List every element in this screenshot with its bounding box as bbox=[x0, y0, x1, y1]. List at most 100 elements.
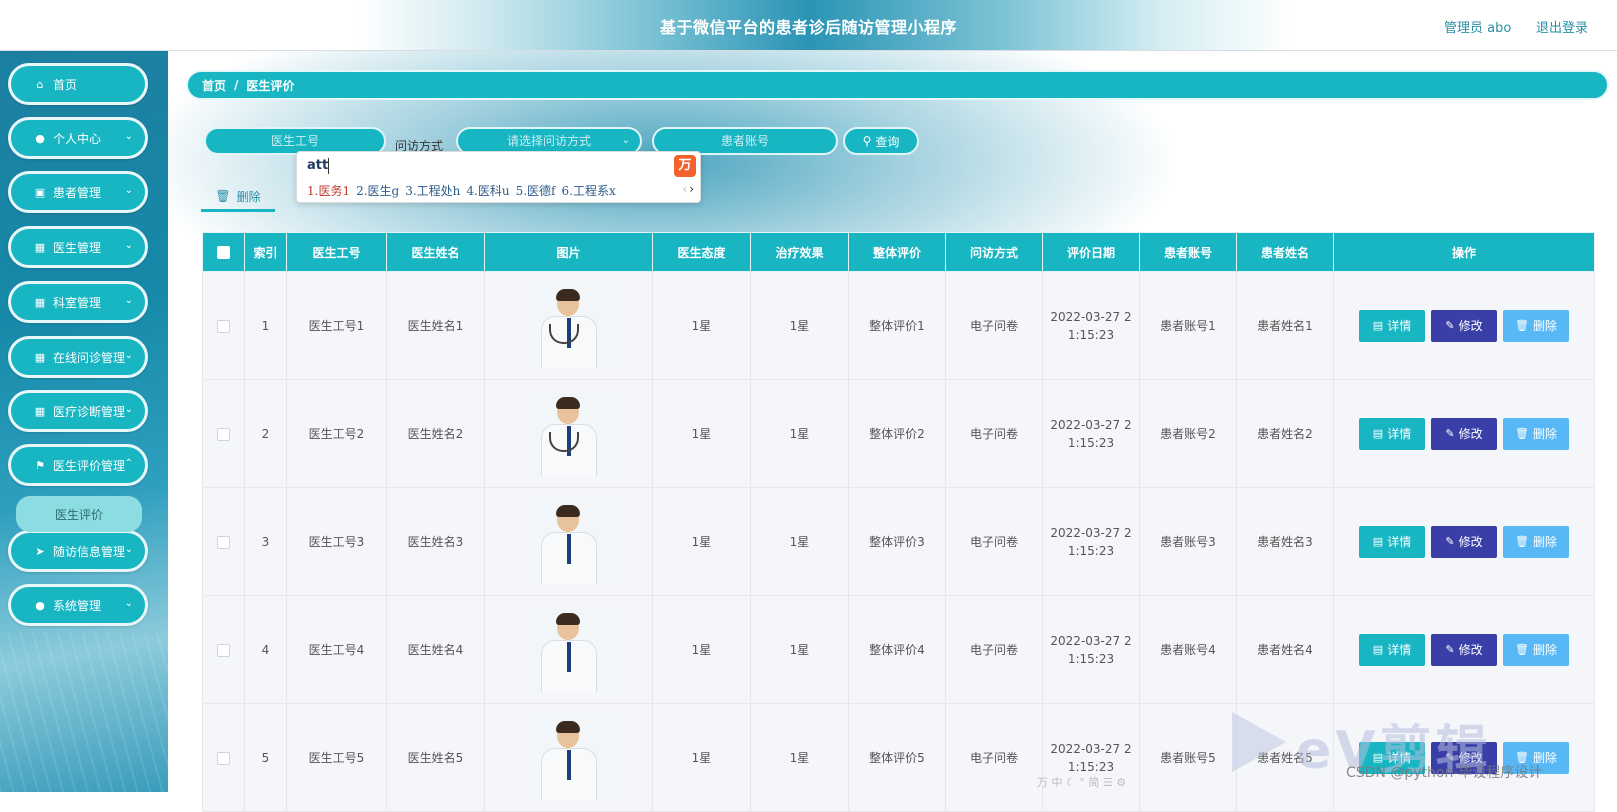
edit-button[interactable]: ✎ 修改 bbox=[1431, 309, 1497, 342]
home-icon: ⌂ bbox=[36, 77, 44, 91]
ime-candidate[interactable]: 4.医科u bbox=[466, 184, 509, 198]
ime-candidate[interactable]: 2.医生g bbox=[356, 184, 399, 198]
row-select-cell[interactable] bbox=[202, 487, 245, 596]
breadcrumb-current: 医生评价 bbox=[246, 78, 295, 93]
sidebar-item-9[interactable]: ● 系统管理 ⌄ bbox=[8, 584, 148, 626]
sidebar-item-3[interactable]: ▦ 医生管理 ⌄ bbox=[8, 226, 148, 268]
delete-button[interactable]: 🗑 删除 bbox=[1503, 633, 1569, 666]
submenu-item-doctor-evaluation[interactable]: 医生评价 bbox=[16, 496, 142, 532]
grid-icon: ▦ bbox=[34, 404, 46, 418]
batch-delete-label: 删除 bbox=[236, 189, 261, 204]
edit-label: 修改 bbox=[1458, 643, 1483, 657]
row-select-cell[interactable] bbox=[202, 271, 245, 380]
clipboard-icon: ▣ bbox=[34, 185, 46, 199]
chevron-down-icon: ⌄ bbox=[124, 544, 133, 555]
cell-patient-name: 患者姓名2 bbox=[1236, 379, 1334, 488]
sidebar-item-0[interactable]: ⌂ 首页 bbox=[8, 63, 148, 105]
batch-delete-button[interactable]: 🗑 删除 bbox=[201, 183, 275, 212]
row-checkbox[interactable] bbox=[217, 535, 230, 549]
cell-overall: 整体评价5 bbox=[848, 703, 946, 812]
ime-candidate[interactable]: 1.医务1 bbox=[307, 184, 350, 198]
column-header: 评价日期 bbox=[1042, 232, 1140, 272]
photo-hair bbox=[555, 396, 580, 409]
trash-icon: 🗑 bbox=[1515, 751, 1529, 764]
cell-attitude: 1星 bbox=[652, 271, 751, 380]
cell-doctor-id: 医生工号4 bbox=[286, 595, 387, 704]
detail-button[interactable]: ▤ 详情 bbox=[1359, 417, 1425, 450]
select-all-checkbox[interactable] bbox=[217, 246, 230, 259]
edit-label: 修改 bbox=[1458, 535, 1483, 549]
delete-button[interactable]: 🗑 删除 bbox=[1503, 525, 1569, 558]
cell-effect: 1星 bbox=[750, 271, 849, 380]
photo-cell bbox=[484, 595, 653, 704]
sidebar-item-7[interactable]: ⚑ 医生评价管理 ⌃ bbox=[8, 444, 148, 486]
detail-button[interactable]: ▤ 详情 bbox=[1359, 741, 1425, 774]
logout-link[interactable]: 退出登录 bbox=[1536, 17, 1588, 36]
query-button[interactable]: ⚲ 查询 bbox=[843, 127, 919, 155]
query-button-label: 查询 bbox=[875, 134, 900, 149]
select-all-header[interactable] bbox=[202, 232, 245, 272]
cell-attitude: 1星 bbox=[652, 703, 751, 812]
grid-icon: ▦ bbox=[34, 350, 46, 364]
date-line: 2022-03-27 2 bbox=[1050, 741, 1132, 756]
sidebar-item-5[interactable]: ▦ 在线问诊管理 ⌄ bbox=[8, 336, 148, 378]
send-icon: ➤ bbox=[35, 544, 45, 558]
cell-patient-account: 患者账号4 bbox=[1139, 595, 1237, 704]
grid-icon: ▦ bbox=[34, 295, 46, 309]
table-header-row: 索引 医生工号 医生姓名 图片 医生态度 治疗效果 整体评价 问访方式 评价日期 患者账号 患者姓名… bbox=[202, 232, 1595, 272]
detail-button[interactable]: ▤ 详情 bbox=[1359, 525, 1425, 558]
detail-button[interactable]: ▤ 详情 bbox=[1359, 633, 1425, 666]
doctor-photo bbox=[526, 607, 611, 692]
row-select-cell[interactable] bbox=[202, 379, 245, 488]
date-line: 1:15:23 bbox=[1067, 543, 1115, 558]
cell-doctor-id: 医生工号1 bbox=[286, 271, 387, 380]
sidebar-item-1[interactable]: ● 个人中心 ⌄ bbox=[8, 117, 148, 159]
row-select-cell[interactable] bbox=[202, 703, 245, 812]
detail-button[interactable]: ▤ 详情 bbox=[1359, 309, 1425, 342]
delete-button[interactable]: 🗑 删除 bbox=[1503, 417, 1569, 450]
sidebar-item-label: 在线问诊管理 bbox=[53, 350, 126, 365]
flag-icon: ⚑ bbox=[35, 458, 45, 472]
chevron-right-icon[interactable]: › bbox=[689, 182, 694, 196]
edit-button[interactable]: ✎ 修改 bbox=[1431, 633, 1497, 666]
row-select-cell[interactable] bbox=[202, 595, 245, 704]
ime-candidate[interactable]: 3.工程处h bbox=[405, 184, 460, 198]
ime-candidate[interactable]: 5.医德f bbox=[516, 184, 556, 198]
edit-button[interactable]: ✎ 修改 bbox=[1431, 525, 1497, 558]
sidebar-item-2[interactable]: ▣ 患者管理 ⌄ bbox=[8, 171, 148, 213]
admin-username[interactable]: 管理员 abo bbox=[1444, 17, 1511, 36]
photo-cell bbox=[484, 703, 653, 812]
row-checkbox[interactable] bbox=[217, 751, 230, 765]
detail-label: 详情 bbox=[1387, 535, 1412, 549]
actions-cell: ▤ 详情 ✎ 修改 🗑 删除 bbox=[1333, 379, 1595, 488]
cell-date: 2022-03-27 2 1:15:23 bbox=[1042, 703, 1140, 812]
delete-button[interactable]: 🗑 删除 bbox=[1503, 741, 1569, 774]
edit-button[interactable]: ✎ 修改 bbox=[1431, 741, 1497, 774]
sidebar-item-label: 医疗诊断管理 bbox=[53, 404, 126, 419]
column-header: 医生姓名 bbox=[386, 232, 485, 272]
sidebar-item-label: 医生评价管理 bbox=[53, 458, 126, 473]
sidebar-item-label: 患者管理 bbox=[53, 185, 102, 200]
cell-index: 5 bbox=[244, 703, 287, 812]
breadcrumb-home[interactable]: 首页 bbox=[202, 77, 226, 94]
ime-candidate[interactable]: 6.工程系x bbox=[562, 184, 616, 198]
edit-button[interactable]: ✎ 修改 bbox=[1431, 417, 1497, 450]
chevron-down-icon: ⌄ bbox=[124, 185, 133, 196]
chevron-left-icon[interactable]: ‹ bbox=[682, 182, 687, 196]
row-checkbox[interactable] bbox=[217, 427, 230, 441]
column-header: 患者姓名 bbox=[1236, 232, 1334, 272]
row-checkbox[interactable] bbox=[217, 643, 230, 657]
photo-tie bbox=[566, 533, 571, 564]
column-header: 医生态度 bbox=[652, 232, 751, 272]
ime-nav[interactable]: ‹ › bbox=[682, 182, 694, 196]
date-line: 2022-03-27 2 bbox=[1050, 525, 1132, 540]
photo-hair bbox=[555, 504, 580, 517]
delete-button[interactable]: 🗑 删除 bbox=[1503, 309, 1569, 342]
sidebar-item-6[interactable]: ▦ 医疗诊断管理 ⌄ bbox=[8, 390, 148, 432]
row-checkbox[interactable] bbox=[217, 319, 230, 333]
cell-overall: 整体评价1 bbox=[848, 271, 946, 380]
search-icon: ⚲ bbox=[862, 134, 872, 148]
sidebar-item-4[interactable]: ▦ 科室管理 ⌄ bbox=[8, 281, 148, 323]
trash-icon: 🗑 bbox=[1515, 535, 1529, 548]
sidebar-item-8[interactable]: ➤ 随访信息管理 ⌄ bbox=[8, 530, 148, 572]
